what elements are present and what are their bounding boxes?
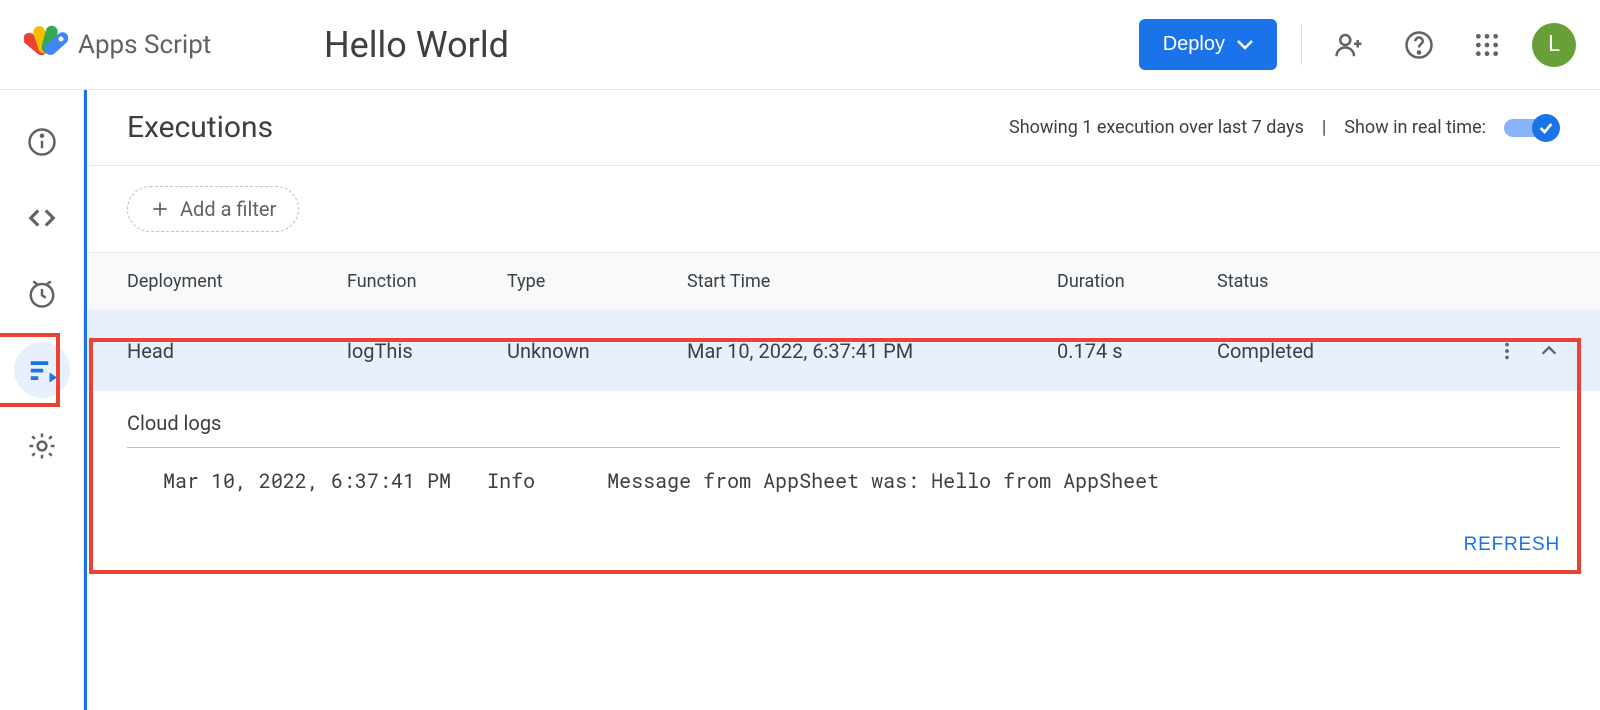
dropdown-icon: [1237, 40, 1253, 50]
divider: |: [1322, 117, 1326, 138]
refresh-button[interactable]: REFRESH: [1464, 534, 1560, 556]
log-entry: Mar 10, 2022, 6:37:41 PM Info Message fr…: [127, 448, 1560, 514]
gear-icon: [27, 431, 57, 461]
deploy-button[interactable]: Deploy: [1139, 19, 1277, 70]
column-type[interactable]: Type: [507, 271, 687, 292]
app-header: Apps Script Hello World Deploy: [0, 0, 1600, 90]
logs-title: Cloud logs: [127, 411, 1560, 435]
refresh-bar: REFRESH: [87, 514, 1600, 576]
cell-type: Unknown: [507, 339, 687, 363]
page-header-right: Showing 1 execution over last 7 days | S…: [1009, 114, 1560, 142]
cell-status: Completed: [1217, 339, 1437, 363]
cell-deployment: Head: [127, 339, 347, 363]
check-icon: [1538, 120, 1554, 136]
apps-launcher-button[interactable]: [1466, 24, 1508, 66]
main-content: Executions Showing 1 execution over last…: [84, 90, 1600, 710]
code-icon: [27, 203, 57, 233]
realtime-label: Show in real time:: [1344, 117, 1486, 138]
help-button[interactable]: [1396, 22, 1442, 68]
account-avatar[interactable]: L: [1532, 23, 1576, 67]
person-add-icon: [1334, 30, 1364, 60]
page-title: Executions: [127, 110, 273, 145]
apps-script-logo-icon: [24, 23, 68, 67]
clock-icon: [27, 279, 57, 309]
column-duration[interactable]: Duration: [1057, 271, 1217, 292]
plus-icon: [150, 199, 170, 219]
execution-row[interactable]: Head logThis Unknown Mar 10, 2022, 6:37:…: [87, 311, 1600, 391]
table-header: Deployment Function Type Start Time Dura…: [87, 253, 1600, 311]
page-header: Executions Showing 1 execution over last…: [87, 90, 1600, 166]
info-icon: [27, 127, 57, 157]
header-actions: Deploy: [1139, 19, 1576, 70]
column-deployment[interactable]: Deployment: [127, 271, 347, 292]
apps-grid-icon: [1474, 32, 1500, 58]
logs-section: Cloud logs Mar 10, 2022, 6:37:41 PM Info…: [87, 391, 1600, 514]
execution-summary: Showing 1 execution over last 7 days: [1009, 117, 1304, 138]
product-name: Apps Script: [78, 30, 211, 60]
sidebar-item-executions[interactable]: [14, 342, 70, 398]
divider: [1301, 25, 1302, 65]
sidebar-item-editor[interactable]: [14, 190, 70, 246]
sidebar-item-settings[interactable]: [14, 418, 70, 474]
cell-duration: 0.174 s: [1057, 339, 1217, 363]
executions-icon: [27, 355, 57, 385]
deploy-label: Deploy: [1163, 33, 1225, 56]
more-options-button[interactable]: [1496, 340, 1518, 362]
collapse-button[interactable]: [1538, 340, 1560, 362]
sidebar-item-overview[interactable]: [14, 114, 70, 170]
column-status[interactable]: Status: [1217, 271, 1437, 292]
cell-start-time: Mar 10, 2022, 6:37:41 PM: [687, 339, 1057, 363]
logo-section: Apps Script: [24, 23, 304, 67]
project-title[interactable]: Hello World: [324, 24, 509, 66]
sidebar: [0, 90, 84, 710]
realtime-toggle[interactable]: [1504, 114, 1560, 142]
column-start-time[interactable]: Start Time: [687, 271, 1057, 292]
add-filter-label: Add a filter: [180, 197, 276, 221]
add-filter-button[interactable]: Add a filter: [127, 186, 299, 232]
share-button[interactable]: [1326, 22, 1372, 68]
column-function[interactable]: Function: [347, 271, 507, 292]
cell-function: logThis: [347, 339, 507, 363]
filter-bar: Add a filter: [87, 166, 1600, 253]
sidebar-item-triggers[interactable]: [14, 266, 70, 322]
help-icon: [1404, 30, 1434, 60]
